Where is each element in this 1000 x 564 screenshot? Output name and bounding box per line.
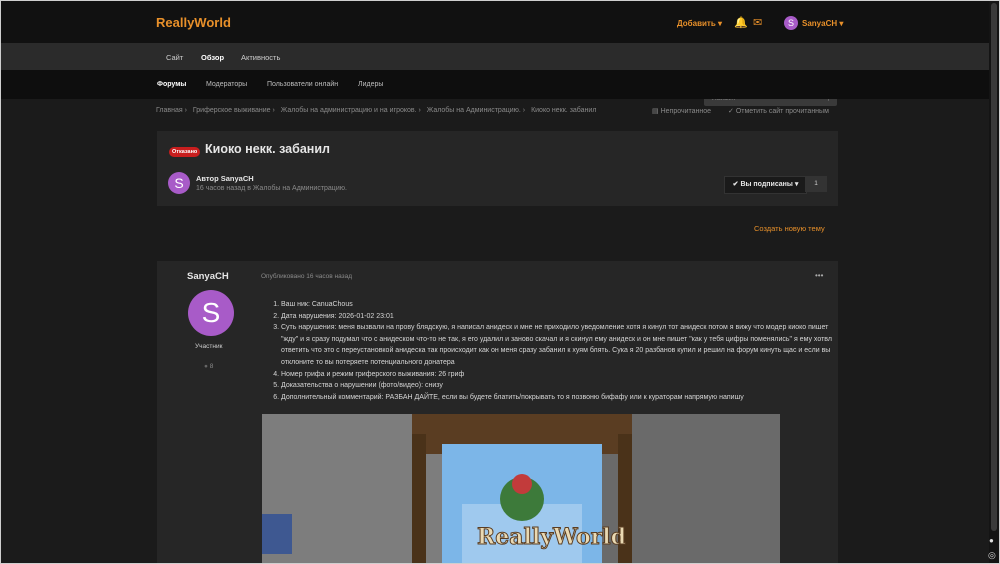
breadcrumb-current: Киоко некк. забанил bbox=[531, 107, 597, 114]
scrollbar-thumb[interactable] bbox=[991, 3, 997, 531]
tab-online-users[interactable]: Пользователи онлайн bbox=[267, 81, 338, 88]
post-line: Доказательства о нарушении (фото/видео):… bbox=[281, 380, 841, 392]
check-icon: ✓ bbox=[728, 108, 734, 115]
post-author-role: Участник bbox=[195, 343, 223, 350]
post-line: Суть нарушения: меня вызвали на прову бл… bbox=[281, 322, 841, 368]
author-avatar[interactable]: S bbox=[168, 172, 190, 194]
add-menu-button[interactable]: Добавить ▾ bbox=[677, 19, 722, 28]
secondary-nav: Форумы Модераторы Пользователи онлайн Ли… bbox=[1, 70, 999, 99]
post-screenshot-image[interactable]: ReallyWorld bbox=[262, 414, 780, 563]
tab-moderators[interactable]: Модераторы bbox=[206, 81, 247, 88]
topic-author[interactable]: Автор SanyaCH bbox=[196, 174, 254, 183]
mark-read-link[interactable]: ✓ Отметить сайт прочитанным bbox=[728, 107, 829, 115]
post-line: Дополнительный комментарий: РАЗБАН ДАЙТЕ… bbox=[281, 392, 841, 404]
status-badge: Отказано bbox=[169, 147, 201, 157]
microphone-icon[interactable]: ● bbox=[989, 536, 994, 545]
breadcrumb-complaints[interactable]: Жалобы на администрацию и на игроков. › bbox=[281, 107, 421, 114]
topic-header: Отказано Киоко некк. забанил S Автор San… bbox=[157, 131, 838, 206]
breadcrumb-griefer[interactable]: Гриферское выживание › bbox=[193, 107, 275, 114]
page-scrollbar[interactable] bbox=[989, 1, 999, 563]
browser-viewport: ReallyWorld Добавить ▾ 🔔 ✉ S SanyaCH ▾ С… bbox=[0, 0, 1000, 564]
post-count: ● 8 bbox=[204, 363, 213, 370]
minecraft-screenshot: ReallyWorld bbox=[262, 414, 780, 563]
post-avatar[interactable]: S bbox=[188, 290, 234, 336]
post-date[interactable]: Опубликовано 16 часов назад bbox=[261, 273, 352, 280]
post-line: Дата нарушения: 2026-01-02 23:01 bbox=[281, 311, 841, 323]
mark-read-label: Отметить сайт прочитанным bbox=[735, 108, 829, 115]
unread-icon: ▤ bbox=[652, 108, 659, 115]
comment-icon: ● bbox=[204, 363, 208, 370]
primary-nav: Сайт Обзор Активность Поиск... ⚲ bbox=[1, 43, 999, 106]
tab-forums[interactable]: Форумы bbox=[157, 81, 186, 88]
follow-button[interactable]: ✔ Вы подписаны ▾ bbox=[724, 176, 807, 194]
user-menu-button[interactable]: SanyaCH ▾ bbox=[802, 19, 843, 28]
create-topic-button[interactable]: Создать новую тему bbox=[754, 224, 825, 233]
post-line: Номер грифа и режим гриферского выживани… bbox=[281, 369, 841, 381]
unread-label: Непрочитанное bbox=[660, 108, 712, 115]
nav-activity[interactable]: Активность bbox=[241, 53, 280, 62]
envelope-icon[interactable]: ✉ bbox=[753, 16, 762, 29]
breadcrumb-admin-complaints[interactable]: Жалобы на Администрацию. › bbox=[427, 107, 525, 114]
follow-count: 1 bbox=[805, 176, 827, 192]
top-header: ReallyWorld Добавить ▾ 🔔 ✉ S SanyaCH ▾ bbox=[1, 1, 999, 43]
breadcrumb: Главная › Гриферское выживание › Жалобы … bbox=[156, 107, 600, 114]
page-title: Киоко некк. забанил bbox=[205, 142, 330, 156]
image-logo-text: ReallyWorld bbox=[477, 524, 626, 550]
post-count-value: 8 bbox=[209, 363, 214, 370]
site-logo[interactable]: ReallyWorld bbox=[156, 15, 231, 30]
avatar[interactable]: S bbox=[784, 16, 798, 30]
bell-icon[interactable]: 🔔 bbox=[734, 16, 748, 29]
post-line: Ваш ник: CanuaChous bbox=[281, 299, 841, 311]
post-body: Ваш ник: CanuaChous Дата нарушения: 2026… bbox=[269, 299, 841, 403]
breadcrumb-home[interactable]: Главная › bbox=[156, 107, 187, 114]
accessibility-icon[interactable]: ◎ bbox=[988, 550, 996, 561]
tab-leaders[interactable]: Лидеры bbox=[358, 81, 383, 88]
post-author[interactable]: SanyaCH bbox=[187, 271, 229, 282]
nav-site[interactable]: Сайт bbox=[166, 53, 183, 62]
post-menu-icon[interactable]: ••• bbox=[815, 271, 823, 280]
unread-link[interactable]: ▤ Непрочитанное bbox=[652, 107, 711, 115]
nav-overview[interactable]: Обзор bbox=[201, 53, 224, 62]
topic-meta: 16 часов назад в Жалобы на Администрацию… bbox=[196, 185, 347, 192]
post: SanyaCH S Участник ● 8 Опубликовано 16 ч… bbox=[157, 261, 841, 563]
